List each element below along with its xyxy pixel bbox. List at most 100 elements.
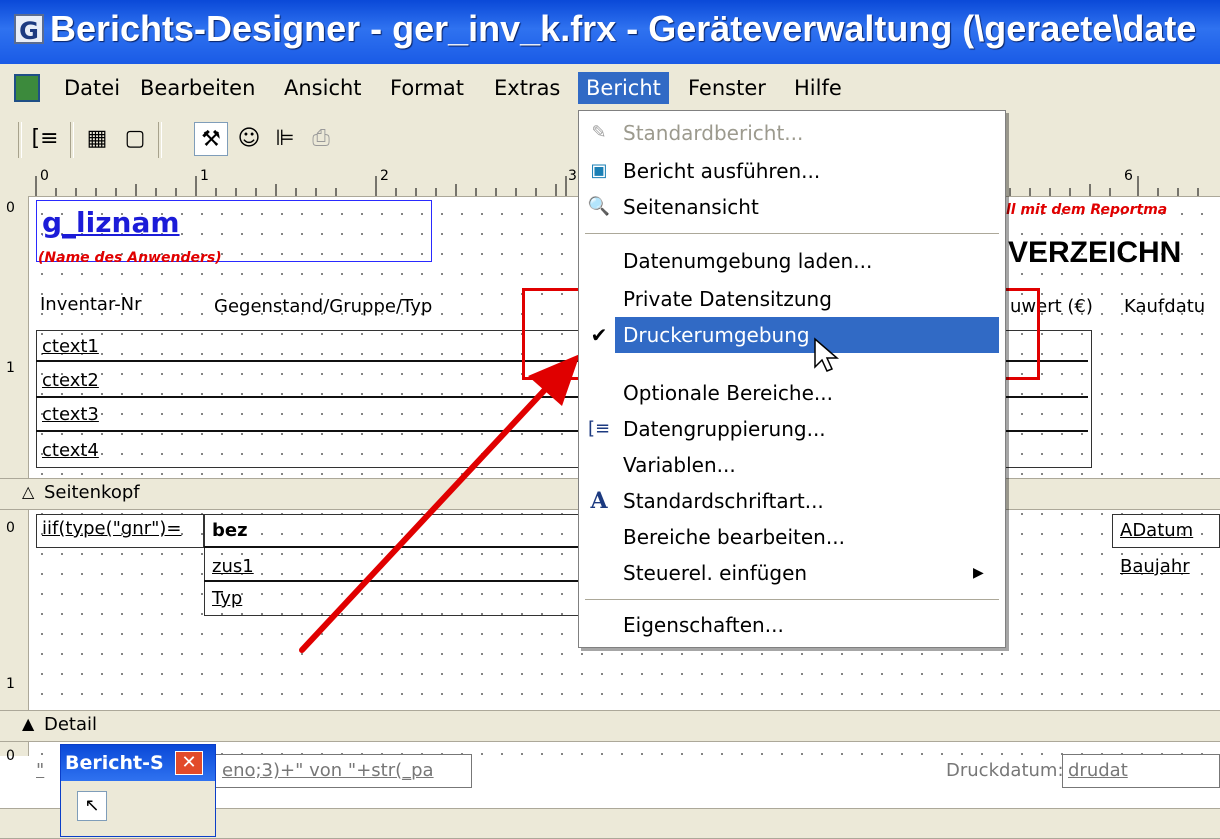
ruler-label: 1 [200, 168, 209, 184]
band-label: Detail [44, 714, 98, 735]
menu-bearbeiten[interactable]: Bearbeiten [132, 72, 263, 104]
menu-item-label: Variablen... [623, 453, 736, 477]
menu-item-steuerel-einfuegen[interactable]: Steuerel. einfügen ▶ [579, 555, 999, 591]
title-bar: G Berichts-Designer - ger_inv_k.frx - Ge… [0, 0, 1220, 64]
color-palette-icon[interactable]: ☺ [232, 122, 266, 156]
ruler-label: 3 [568, 168, 577, 184]
typ-field[interactable]: Typ [212, 588, 242, 609]
drudat-field[interactable]: drudat [1068, 760, 1128, 781]
menu-item-standardschriftart[interactable]: A Standardschriftart... [579, 483, 999, 519]
band-detail[interactable]: ▲ Detail [0, 710, 1220, 742]
menu-item-private-datensitzung[interactable]: Private Datensitzung [579, 281, 999, 317]
ctext4-field[interactable]: ctext4 [42, 440, 99, 461]
menu-item-standardbericht[interactable]: ✎ Standardbericht... [579, 115, 999, 151]
data-environment-icon[interactable]: ▦ [80, 122, 114, 156]
menu-ansicht[interactable]: Ansicht [276, 72, 370, 104]
menu-item-label: Seitenansicht [623, 195, 759, 219]
menu-item-variablen[interactable]: Variablen... [579, 447, 999, 483]
ctext3-field[interactable]: ctext3 [42, 404, 99, 425]
red-note[interactable]: ll mit dem Reportma [1006, 202, 1167, 218]
data-grouping-icon: [≡ [587, 418, 611, 439]
adatum-field[interactable]: ADatum [1120, 520, 1193, 541]
print-icon[interactable]: ⎙ [304, 122, 338, 156]
font-icon: A [590, 488, 608, 514]
menu-extras[interactable]: Extras [486, 72, 568, 104]
standard-report-icon: ✎ [591, 122, 607, 143]
footer-left-field[interactable]: " [36, 760, 44, 781]
title-field[interactable]: g_liznam [42, 206, 180, 239]
detail-expression[interactable]: iif(type("gnr")= [42, 518, 182, 539]
collapse-arrow-icon[interactable]: ▲ [22, 714, 34, 733]
collapse-arrow-icon[interactable]: △ [22, 482, 34, 501]
close-icon[interactable]: ✕ [175, 751, 203, 775]
layout-icon[interactable]: ⊫ [268, 122, 302, 156]
ruler-label: 0 [40, 168, 49, 184]
subtitle-field[interactable]: (Name des Anwenders) [38, 250, 222, 266]
menu-item-label: Bericht ausführen... [623, 159, 821, 183]
footer-label[interactable]: Druckdatum: [946, 760, 1064, 781]
ruler-label: 0 [6, 520, 15, 536]
menu-bericht[interactable]: Bericht [578, 72, 669, 104]
vertical-ruler: 0 1 0 1 0 [0, 196, 29, 764]
menu-hilfe[interactable]: Hilfe [786, 72, 850, 104]
menu-separator [585, 233, 999, 234]
menu-item-datenumgebung[interactable]: Datenumgebung laden... [579, 243, 999, 279]
menu-bar: Datei Bearbeiten Ansicht Format Extras B… [0, 64, 1220, 113]
column-gegenstand[interactable]: Gegenstand/Gruppe/Typ [214, 296, 432, 317]
report-controls-toolbox[interactable]: Bericht-S ✕ ↖ [60, 744, 216, 837]
menu-format[interactable]: Format [382, 72, 472, 104]
ruler-label: 1 [6, 360, 15, 376]
run-report-icon: ▣ [590, 160, 608, 181]
menu-item-label: Eigenschaften... [623, 613, 784, 637]
toolbar-separator [158, 122, 162, 158]
ruler-label: 1 [6, 676, 15, 692]
toolbar-separator [18, 122, 22, 158]
menu-fenster[interactable]: Fenster [680, 72, 774, 104]
baujahr-field[interactable]: Baujahr [1120, 556, 1190, 577]
menu-item-label: Private Datensitzung [623, 287, 832, 311]
ruler-label: 2 [380, 168, 389, 184]
ctext2-field[interactable]: ctext2 [42, 370, 99, 391]
menu-item-optionale-bereiche[interactable]: Optionale Bereiche... [579, 375, 999, 411]
menu-item-bericht-ausfuehren[interactable]: ▣ Bericht ausführen... [579, 153, 999, 189]
bez-field[interactable]: bez [212, 520, 248, 541]
band-label: Seitenkopf [44, 482, 140, 503]
bericht-menu: ✎ Standardbericht... ▣ Bericht ausführen… [578, 110, 1006, 648]
pointer-tool-icon[interactable]: ↖ [77, 791, 107, 821]
window-title: Berichts-Designer - ger_inv_k.frx - Gerä… [50, 8, 1197, 49]
ruler-label: 0 [6, 200, 15, 216]
annotation-arrow [299, 354, 580, 653]
toolbar-separator [70, 122, 74, 158]
report-controls-icon[interactable]: ⚒ [194, 122, 228, 156]
menu-item-druckerumgebung[interactable]: Druckerumgebung [615, 317, 999, 353]
heading-label[interactable]: VERZEICHN [1008, 236, 1181, 270]
menu-item-seitenansicht[interactable]: 🔍 Seitenansicht [579, 189, 999, 225]
menu-datei[interactable]: Datei [56, 72, 128, 104]
document-icon[interactable] [14, 74, 40, 102]
menu-item-datengruppierung[interactable]: [≡ Datengruppierung... [579, 411, 999, 447]
column-inventar[interactable]: Inventar-Nr [40, 294, 142, 315]
ruler-label: 0 [6, 748, 15, 764]
column-kaufdatum[interactable]: Kaufdatu [1124, 296, 1205, 317]
menu-item-label: Optionale Bereiche... [623, 381, 833, 405]
zus1-field[interactable]: zus1 [212, 556, 254, 577]
menu-separator [585, 599, 999, 600]
preview-icon: 🔍 [587, 196, 611, 217]
menu-item-label: Datenumgebung laden... [623, 249, 873, 273]
menu-item-bereiche-bearbeiten[interactable]: Bereiche bearbeiten... [579, 519, 999, 555]
mouse-cursor-icon [814, 337, 840, 372]
submenu-arrow-icon: ▶ [973, 565, 984, 581]
menu-item-label: Steuerel. einfügen [623, 561, 808, 585]
menu-item-label: Bereiche bearbeiten... [623, 525, 845, 549]
footer-expression[interactable]: eno;3)+" von "+str(_pa [222, 760, 434, 781]
menu-item-label: Druckerumgebung [623, 323, 810, 347]
menu-item-eigenschaften[interactable]: Eigenschaften... [579, 607, 999, 643]
page-setup-icon[interactable]: ▢ [118, 122, 152, 156]
menu-item-label: Standardschriftart... [623, 489, 824, 513]
menu-item-label: Datengruppierung... [623, 417, 826, 441]
app-icon[interactable]: G [14, 14, 44, 45]
checkmark-icon: ✔ [590, 323, 608, 347]
ruler-label: 6 [1124, 168, 1133, 184]
data-grouping-icon[interactable]: [≡ [28, 122, 62, 156]
ctext1-field[interactable]: ctext1 [42, 336, 99, 357]
